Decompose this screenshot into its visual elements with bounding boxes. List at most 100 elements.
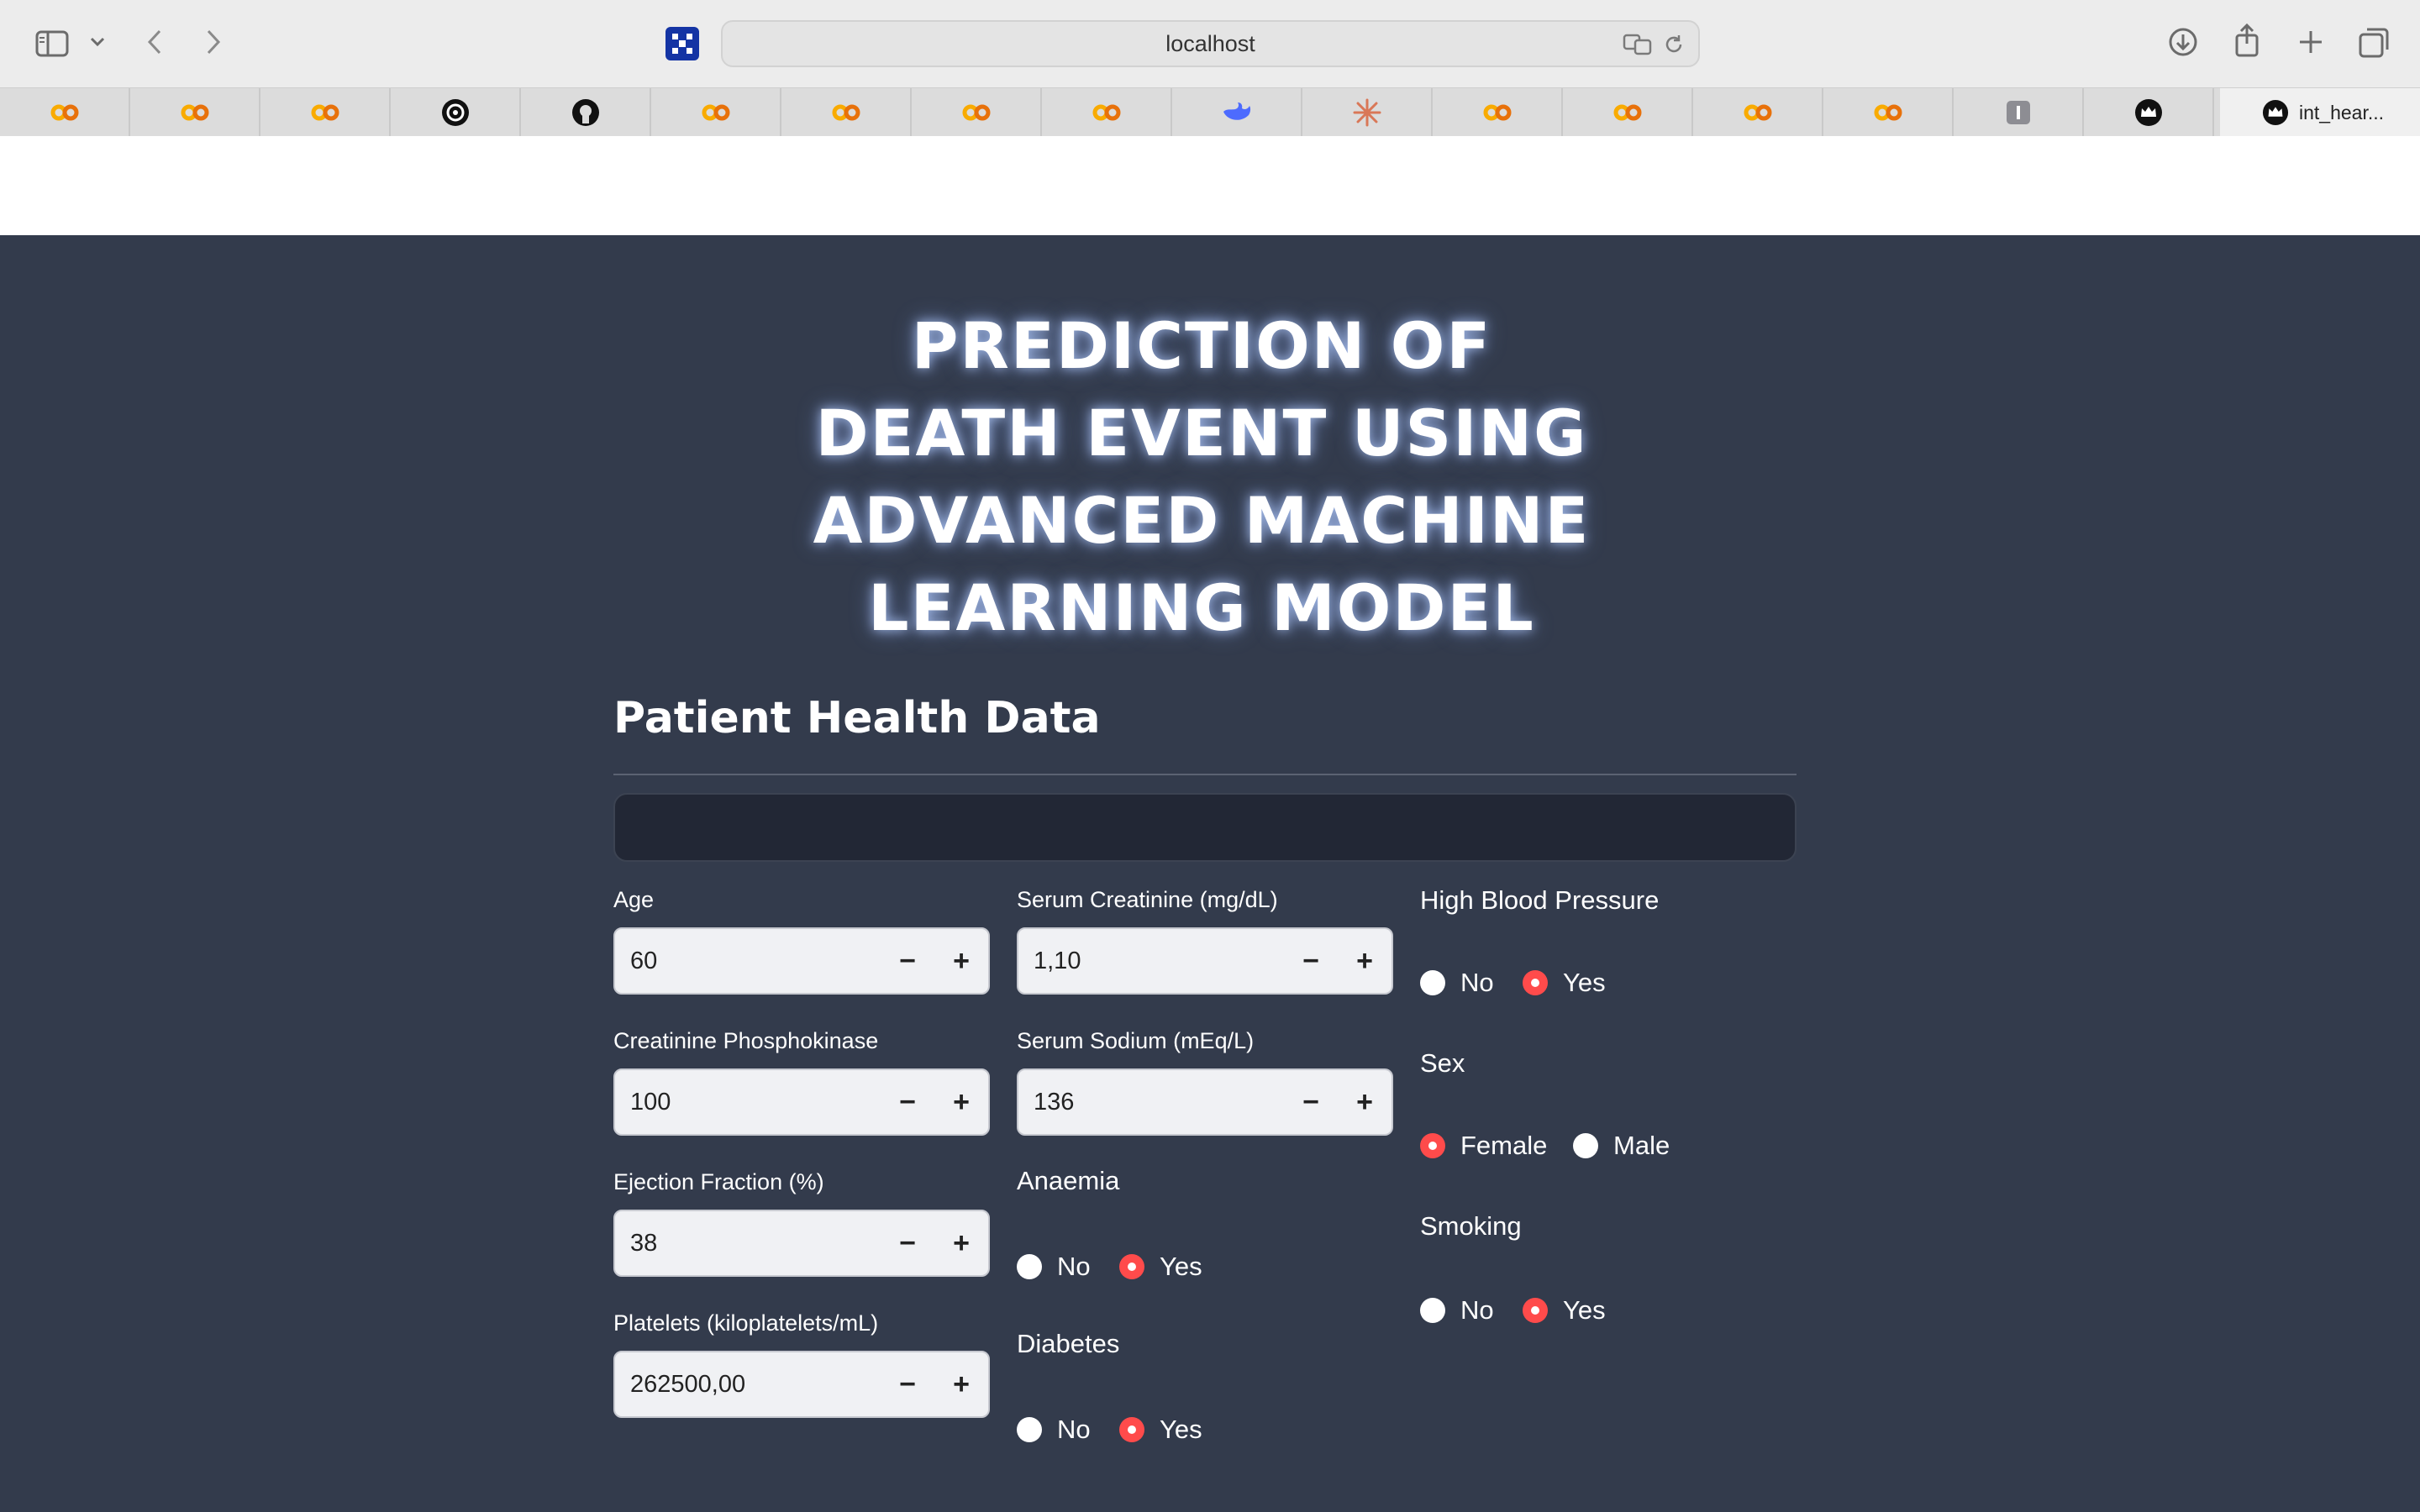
cpk-decrement-button[interactable]: − xyxy=(881,1070,934,1134)
claude-icon xyxy=(1353,98,1381,127)
forward-icon[interactable] xyxy=(200,25,227,59)
hbp-option-yes[interactable]: Yes xyxy=(1523,968,1606,998)
smoking-label: Smoking xyxy=(1420,1211,1522,1241)
diabetes-option-yes[interactable]: Yes xyxy=(1119,1415,1202,1445)
tab-colab[interactable] xyxy=(1433,88,1563,137)
tab-colab[interactable] xyxy=(0,88,130,137)
platelets-input[interactable]: 262500,00 − + xyxy=(613,1351,990,1418)
tab-openai[interactable] xyxy=(391,88,521,137)
tab-claude[interactable] xyxy=(1302,88,1433,137)
share-icon[interactable] xyxy=(2230,22,2264,59)
tab-colab[interactable] xyxy=(781,88,912,137)
tab-active[interactable]: int_hear... xyxy=(2220,88,2420,137)
new-tab-icon[interactable] xyxy=(2294,25,2328,59)
age-increment-button[interactable]: + xyxy=(934,929,988,993)
colab-icon xyxy=(1613,104,1641,121)
serum-creatinine-increment-button[interactable]: + xyxy=(1338,929,1392,993)
page-title: PREDICTION OF DEATH EVENT USING ADVANCED… xyxy=(756,302,1647,652)
browser-toolbar: localhost xyxy=(0,0,2420,87)
active-tab-label: int_hear... xyxy=(2299,101,2385,123)
address-bar[interactable]: localhost xyxy=(721,20,1700,67)
age-value[interactable]: 60 xyxy=(615,948,881,975)
tab-colab[interactable] xyxy=(912,88,1042,137)
radio-button[interactable] xyxy=(1017,1417,1042,1442)
colab-icon xyxy=(311,104,339,121)
serum-sodium-label: Serum Sodium (mEq/L) xyxy=(1017,1028,1255,1053)
serum-creatinine-decrement-button[interactable]: − xyxy=(1284,929,1338,993)
option-label: Yes xyxy=(1160,1415,1202,1444)
platelets-decrement-button[interactable]: − xyxy=(881,1352,934,1416)
tab-deepseek[interactable] xyxy=(1172,88,1302,137)
tab-colab[interactable] xyxy=(260,88,391,137)
chevron-down-icon[interactable] xyxy=(87,32,108,52)
ejection-fraction-input[interactable]: 38 − + xyxy=(613,1210,990,1277)
smoking-option-no[interactable]: No xyxy=(1420,1295,1494,1326)
age-input[interactable]: 60 − + xyxy=(613,927,990,995)
age-decrement-button[interactable]: − xyxy=(881,929,934,993)
sex-option-female[interactable]: Female xyxy=(1420,1131,1547,1161)
serum-creatinine-input[interactable]: 1,10 − + xyxy=(1017,927,1393,995)
option-label: Yes xyxy=(1160,1252,1202,1281)
tab-github[interactable] xyxy=(521,88,651,137)
radio-button-selected[interactable] xyxy=(1523,1298,1548,1323)
diabetes-label: Diabetes xyxy=(1017,1329,1120,1358)
anaemia-option-yes[interactable]: Yes xyxy=(1119,1252,1202,1282)
radio-button[interactable] xyxy=(1420,1298,1445,1323)
colab-icon xyxy=(1874,104,1902,121)
platelets-value[interactable]: 262500,00 xyxy=(615,1371,881,1399)
cpk-value[interactable]: 100 xyxy=(615,1089,881,1116)
option-label: Male xyxy=(1613,1131,1670,1160)
colab-icon xyxy=(1483,104,1511,121)
serum-sodium-input[interactable]: 136 − + xyxy=(1017,1068,1393,1136)
section-title: Patient Health Data xyxy=(613,693,1101,743)
sex-label: Sex xyxy=(1420,1048,1465,1078)
gray-i-icon xyxy=(2006,101,2030,124)
serum-sodium-decrement-button[interactable]: − xyxy=(1284,1070,1338,1134)
diabetes-option-no[interactable]: No xyxy=(1017,1415,1091,1445)
radio-button-selected[interactable] xyxy=(1420,1133,1445,1158)
tab-colab[interactable] xyxy=(1823,88,1954,137)
tab-colab[interactable] xyxy=(1693,88,1823,137)
serum-creatinine-label: Serum Creatinine (mg/dL) xyxy=(1017,887,1278,912)
radio-button[interactable] xyxy=(1017,1254,1042,1279)
option-label: No xyxy=(1460,1295,1494,1325)
radio-button-selected[interactable] xyxy=(1119,1254,1144,1279)
ejection-fraction-decrement-button[interactable]: − xyxy=(881,1211,934,1275)
sex-option-male[interactable]: Male xyxy=(1573,1131,1670,1161)
hbp-option-no[interactable]: No xyxy=(1420,968,1494,998)
tab-gray[interactable] xyxy=(1954,88,2084,137)
tab-overview-icon[interactable] xyxy=(2356,24,2393,60)
serum-creatinine-value[interactable]: 1,10 xyxy=(1018,948,1284,975)
radio-button[interactable] xyxy=(1573,1133,1598,1158)
cpk-increment-button[interactable]: + xyxy=(934,1070,988,1134)
translate-icon[interactable] xyxy=(1623,32,1653,57)
title-line: ADVANCED MACHINE xyxy=(813,483,1591,558)
ejection-fraction-increment-button[interactable]: + xyxy=(934,1211,988,1275)
ejection-fraction-value[interactable]: 38 xyxy=(615,1230,881,1257)
smoking-option-yes[interactable]: Yes xyxy=(1523,1295,1606,1326)
reload-icon[interactable] xyxy=(1661,32,1686,57)
radio-button[interactable] xyxy=(1420,970,1445,995)
tab-colab[interactable] xyxy=(1042,88,1172,137)
colab-icon xyxy=(50,104,78,121)
anaemia-option-no[interactable]: No xyxy=(1017,1252,1091,1282)
platelets-increment-button[interactable]: + xyxy=(934,1352,988,1416)
download-icon[interactable] xyxy=(2166,25,2200,59)
tab-colab[interactable] xyxy=(651,88,781,137)
tab-crown[interactable] xyxy=(2084,88,2214,137)
title-line: DEATH EVENT USING xyxy=(815,396,1588,470)
high-blood-pressure-label: High Blood Pressure xyxy=(1420,885,1660,915)
radio-button-selected[interactable] xyxy=(1119,1417,1144,1442)
tab-colab[interactable] xyxy=(1563,88,1693,137)
back-icon[interactable] xyxy=(141,25,168,59)
serum-sodium-value[interactable]: 136 xyxy=(1018,1089,1284,1116)
deepseek-icon xyxy=(1223,102,1250,120)
sidebar-toggle-icon[interactable] xyxy=(34,25,71,62)
cpk-label: Creatinine Phosphokinase xyxy=(613,1028,879,1053)
cpk-input[interactable]: 100 − + xyxy=(613,1068,990,1136)
serum-sodium-increment-button[interactable]: + xyxy=(1338,1070,1392,1134)
tab-bar: int_hear... xyxy=(0,87,2420,224)
radio-button-selected[interactable] xyxy=(1523,970,1548,995)
tab-colab[interactable] xyxy=(130,88,260,137)
option-label: Female xyxy=(1460,1131,1548,1160)
